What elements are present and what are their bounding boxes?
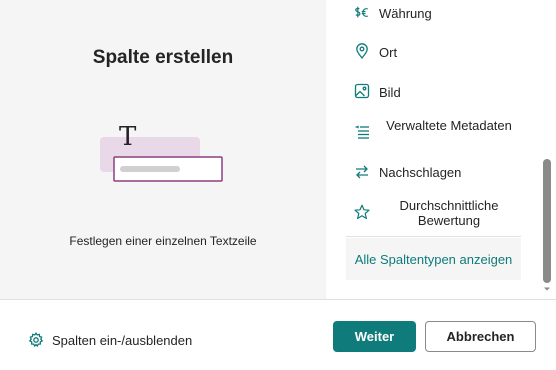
gear-icon (28, 332, 44, 348)
location-pin-icon (354, 43, 370, 59)
column-type-average-rating[interactable]: Durchschnittliche Bewertung (326, 198, 522, 228)
show-hide-columns-label: Spalten ein-/ausblenden (52, 332, 193, 348)
image-icon (354, 83, 370, 99)
preview-panel: Spalte erstellen T Festlegen einer einze… (0, 0, 326, 299)
cancel-button[interactable]: Abbrechen (425, 321, 536, 352)
panel-title: Spalte erstellen (92, 47, 234, 68)
column-type-label: Währung (379, 6, 432, 21)
text-column-illustration: T (100, 122, 223, 182)
column-type-managed-metadata[interactable]: Verwaltete Metadaten (326, 118, 522, 148)
column-type-label: Durchschnittliche Bewertung (399, 198, 499, 228)
star-icon (354, 204, 370, 220)
currency-icon (354, 5, 370, 21)
column-type-lookup[interactable]: Nachschlagen (326, 163, 522, 181)
list-divider (346, 236, 521, 237)
scroll-down-arrow-icon[interactable] (543, 285, 551, 293)
column-type-image[interactable]: Bild (326, 83, 522, 101)
managed-metadata-icon (354, 124, 370, 140)
scrollbar-thumb[interactable] (543, 159, 551, 283)
text-glyph-icon: T (119, 122, 137, 152)
next-button[interactable]: Weiter (333, 321, 416, 352)
column-type-label: Bild (379, 85, 401, 100)
column-type-currency[interactable]: Währung (326, 4, 522, 22)
column-type-label: Verwaltete Metadaten (386, 118, 512, 133)
footer-divider (0, 299, 556, 300)
column-type-location[interactable]: Ort (326, 43, 522, 61)
lookup-arrows-icon (354, 164, 370, 180)
show-hide-columns-link[interactable]: Spalten ein-/ausblenden (28, 332, 192, 348)
column-type-label: Nachschlagen (379, 165, 462, 180)
show-all-column-types-link[interactable]: Alle Spaltentypen anzeigen (346, 238, 521, 280)
panel-description: Festlegen einer einzelnen Textzeile (69, 234, 257, 248)
column-type-label: Ort (379, 45, 398, 60)
